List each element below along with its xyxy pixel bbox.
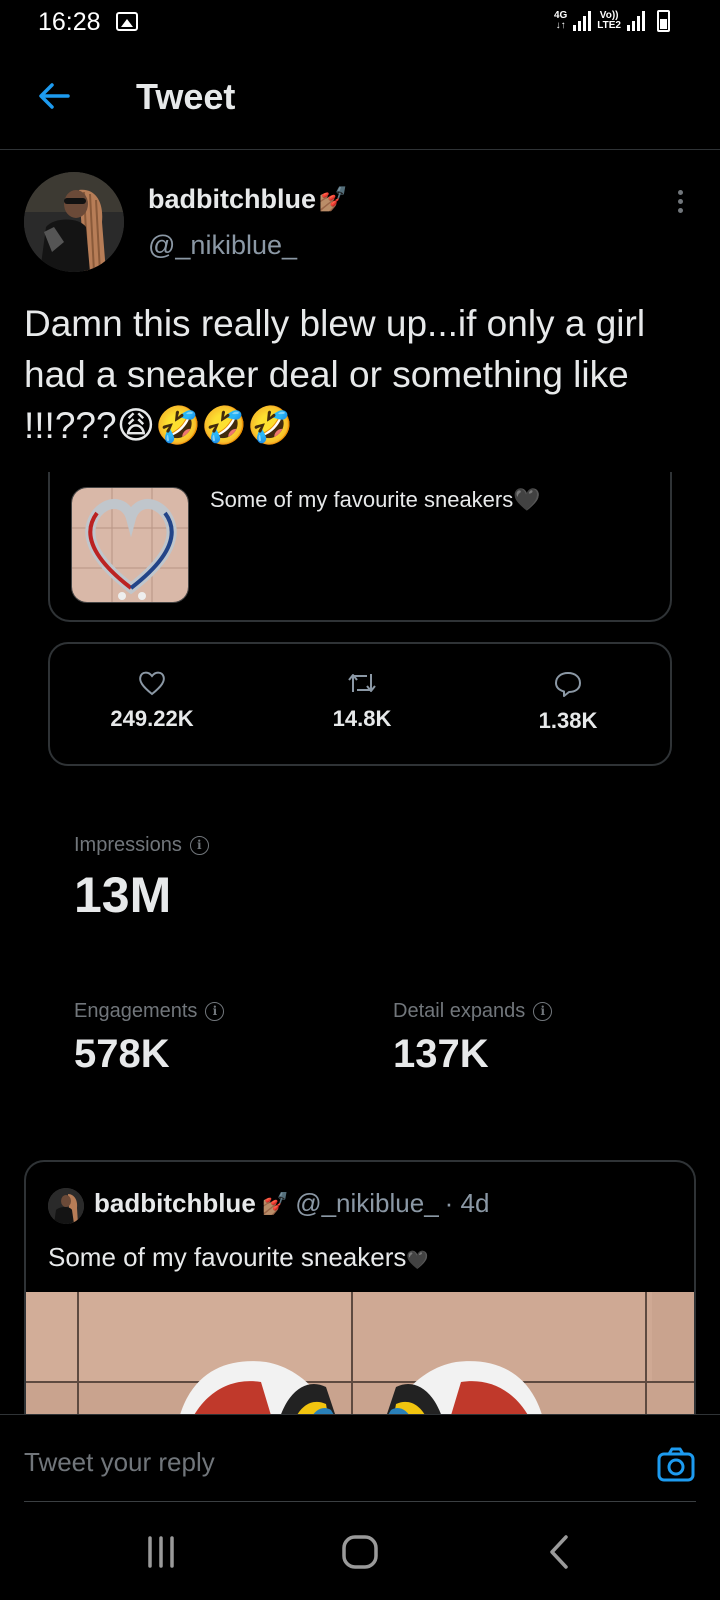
- engagements-value: 578K: [74, 1032, 170, 1076]
- like-count: 249.22K: [110, 706, 194, 731]
- quoted-thumbnail: [71, 487, 189, 603]
- detail-expands-value: 137K: [393, 1032, 489, 1076]
- nail-polish-emoji-icon: 💅🏽: [261, 1190, 290, 1216]
- back-nav-button[interactable]: [536, 1532, 586, 1572]
- chevron-left-icon: [550, 1535, 568, 1569]
- home-button[interactable]: [335, 1532, 385, 1572]
- more-options-button[interactable]: [670, 186, 690, 222]
- avatar[interactable]: [24, 172, 124, 272]
- user-handle[interactable]: @_nikiblue_: [148, 230, 297, 261]
- status-time: 16:28: [38, 8, 101, 36]
- nail-polish-emoji-icon: 💅🏽: [318, 186, 348, 213]
- engagements-label: Engagements i: [74, 1000, 225, 1023]
- retweet-button[interactable]: 14.8K: [262, 670, 462, 732]
- page-title: Tweet: [136, 76, 236, 117]
- info-icon[interactable]: i: [533, 1002, 553, 1021]
- reply-input[interactable]: Tweet your reply: [24, 1447, 215, 1478]
- quoted-preview-text: Some of my favourite sneakers🖤: [210, 487, 541, 512]
- impressions-value: 13M: [74, 867, 172, 923]
- comment-icon: [555, 672, 581, 697]
- detail-expands-label: Detail expands i: [393, 1000, 553, 1023]
- system-navigation-bar: [0, 1504, 720, 1600]
- engagement-metrics-card: 249.22K 14.8K 1.38K: [48, 642, 672, 766]
- more-dots-icon: [677, 190, 683, 195]
- signal-icon: [573, 11, 592, 31]
- heart-icon: [139, 671, 165, 696]
- display-name[interactable]: badbitchblue 💅🏽: [148, 184, 348, 215]
- arrow-left-icon: [39, 83, 70, 109]
- reply-button[interactable]: 1.38K: [468, 670, 668, 734]
- info-icon[interactable]: i: [205, 1002, 225, 1021]
- quoted-tweet-preview[interactable]: Some of my favourite sneakers🖤: [48, 472, 672, 622]
- camera-icon: [657, 1447, 695, 1482]
- quoted-time: · 4d: [444, 1188, 490, 1218]
- camera-button[interactable]: [656, 1445, 696, 1485]
- recent-apps-icon: [148, 1536, 174, 1568]
- quoted-tweet-header: badbitchblue 💅🏽 @_nikiblue_ · 4d: [94, 1188, 489, 1219]
- status-bar: 16:28 4G ↓↑ Vo)) LTE2: [0, 0, 720, 46]
- reply-count: 1.38K: [538, 708, 598, 733]
- quoted-tweet-image[interactable]: [26, 1292, 694, 1420]
- quoted-avatar: [48, 1188, 84, 1224]
- like-button[interactable]: 249.22K: [52, 670, 252, 732]
- reply-bar: Tweet your reply: [0, 1414, 720, 1504]
- retweet-icon: [348, 674, 376, 692]
- back-button[interactable]: [34, 76, 74, 116]
- volte-indicator: Vo)) LTE2: [597, 10, 621, 31]
- tweet-text: Damn this really blew up...if only a gir…: [24, 303, 646, 446]
- quoted-tweet-card[interactable]: badbitchblue 💅🏽 @_nikiblue_ · 4d Some of…: [24, 1160, 696, 1420]
- top-app-bar: Tweet: [0, 46, 720, 150]
- gallery-notification-icon: [116, 12, 138, 31]
- quoted-tweet-text: Some of my favourite sneakers🖤: [48, 1242, 429, 1272]
- impressions-label: Impressions i: [74, 834, 209, 857]
- battery-icon: [657, 10, 670, 32]
- recent-apps-button[interactable]: [136, 1532, 186, 1572]
- quoted-handle: @_nikiblue_: [295, 1188, 439, 1218]
- info-icon[interactable]: i: [189, 836, 209, 855]
- quoted-display-name: badbitchblue: [94, 1188, 256, 1218]
- black-heart-emoji-icon: 🖤: [406, 1250, 429, 1270]
- status-indicators: 4G ↓↑ Vo)) LTE2: [554, 10, 670, 32]
- network-4g-indicator: 4G ↓↑: [553, 10, 568, 31]
- signal-2-icon: [627, 11, 645, 31]
- retweet-count: 14.8K: [332, 706, 392, 731]
- reply-divider: [24, 1501, 696, 1502]
- home-icon: [342, 1535, 378, 1569]
